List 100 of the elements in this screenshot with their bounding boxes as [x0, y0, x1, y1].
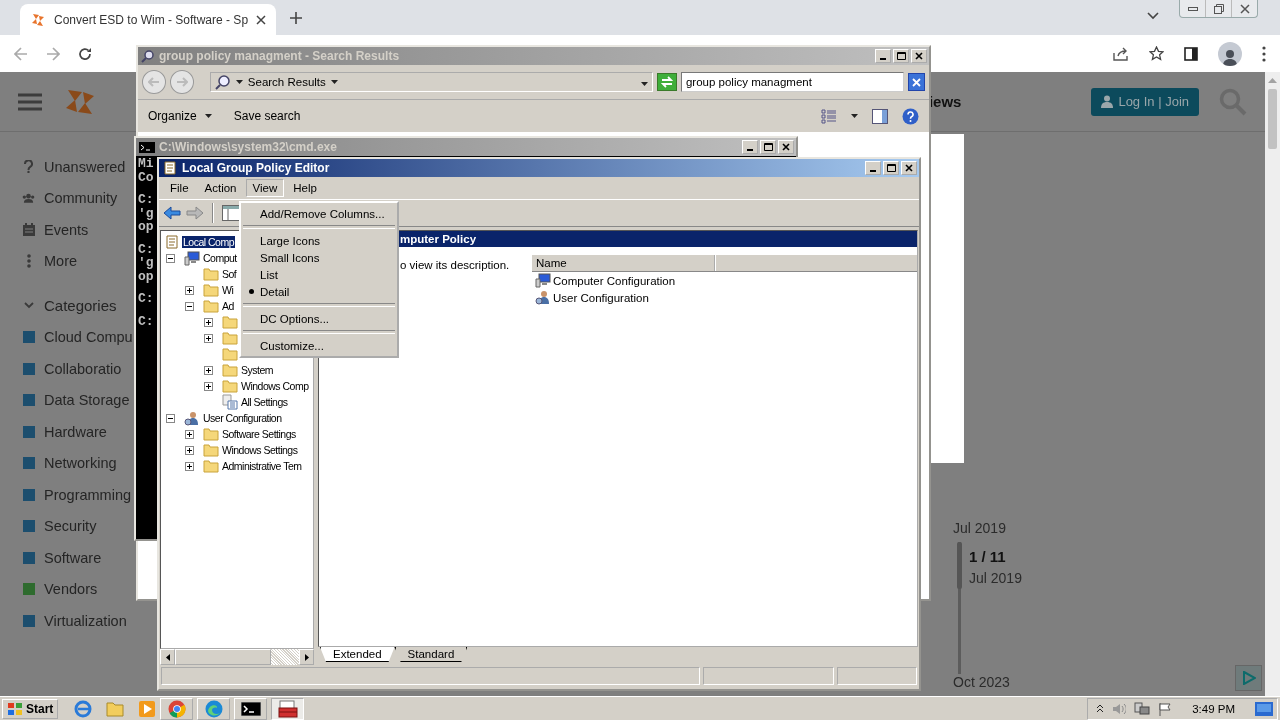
menu-option[interactable]: Detail	[241, 283, 397, 300]
menu-option[interactable]: Small Icons	[241, 249, 397, 266]
expand-icon[interactable]	[204, 333, 213, 343]
list-item[interactable]: User Configuration	[553, 291, 649, 304]
view-tab[interactable]: Standard	[394, 647, 468, 662]
refresh-button[interactable]	[657, 73, 677, 91]
category-link[interactable]: Cloud Compu	[44, 329, 133, 346]
tree-item[interactable]: User Configuration	[202, 412, 283, 424]
maximize-button[interactable]	[883, 161, 899, 175]
tree-item[interactable]: Sof	[221, 268, 238, 280]
minimize-icon[interactable]	[1187, 6, 1198, 11]
tree-item[interactable]: Windows Settings	[221, 444, 299, 456]
menu-item[interactable]: Action	[197, 179, 244, 197]
sidebar-link[interactable]: Unanswered	[44, 158, 126, 175]
tree-item[interactable]: Ad	[221, 300, 235, 312]
close-button[interactable]	[901, 161, 917, 175]
minimize-button[interactable]	[742, 140, 758, 154]
maximize-button[interactable]	[760, 140, 776, 154]
scrollbar-thumb[interactable]	[1268, 89, 1277, 149]
expand-icon[interactable]	[185, 445, 194, 455]
minimize-button[interactable]	[875, 49, 891, 63]
browser-tab[interactable]: Convert ESD to Wim - Software - Sp	[20, 4, 277, 35]
show-desktop-icon[interactable]	[1255, 701, 1273, 716]
expand-icon[interactable]	[204, 317, 213, 327]
breadcrumb[interactable]: Search Results	[247, 76, 326, 88]
clock[interactable]: 3:49 PM	[1192, 702, 1235, 715]
menu-option[interactable]: Large Icons	[241, 232, 397, 249]
flag-icon[interactable]	[1158, 701, 1173, 716]
category-link[interactable]: Software	[44, 549, 102, 566]
tree-item[interactable]: Local Comp	[182, 236, 236, 248]
expand-icon[interactable]	[185, 461, 194, 471]
console-tree-icon[interactable]	[222, 205, 240, 221]
sidebar-link[interactable]: Community	[44, 190, 118, 207]
collapse-icon[interactable]	[185, 301, 194, 311]
clear-search-button[interactable]	[908, 73, 925, 91]
expand-icon[interactable]	[204, 365, 213, 375]
collapse-icon[interactable]	[166, 253, 175, 263]
menu-item[interactable]: View	[245, 179, 285, 197]
taskbar-button[interactable]	[271, 697, 305, 720]
category-link[interactable]: Programming	[44, 486, 132, 503]
scroll-left-icon[interactable]	[165, 653, 170, 661]
expand-icon[interactable]	[185, 429, 194, 439]
view-options-icon[interactable]	[821, 108, 837, 124]
close-icon[interactable]	[256, 14, 267, 25]
restore-icon[interactable]	[1213, 3, 1224, 14]
browser-icon[interactable]	[74, 699, 93, 718]
network-icon[interactable]	[1134, 701, 1151, 716]
start-button[interactable]: Start	[2, 698, 59, 719]
tree-item[interactable]: System	[240, 364, 274, 376]
tree-item[interactable]: Wi	[221, 284, 235, 296]
scrollbar[interactable]	[1265, 72, 1280, 696]
tree-item[interactable]: Software Settings	[221, 428, 297, 440]
new-tab-icon[interactable]	[290, 11, 303, 24]
menu-option[interactable]: DC Options...	[241, 310, 397, 327]
category-link[interactable]: Collaboratio	[44, 360, 122, 377]
collapse-icon[interactable]	[166, 413, 175, 423]
view-tab[interactable]: Extended	[320, 647, 395, 662]
search-field[interactable]: group policy managment	[680, 72, 905, 92]
menu-option[interactable]: Customize...	[241, 337, 397, 354]
login-button[interactable]: Log In | Join	[1091, 87, 1199, 116]
menu-icon[interactable]	[1262, 45, 1266, 62]
category-link[interactable]: Vendors	[44, 581, 98, 598]
list-item[interactable]: Computer Configuration	[553, 274, 676, 287]
taskbar-button[interactable]	[234, 697, 268, 720]
category-link[interactable]: Virtualization	[44, 612, 127, 629]
sidebar-link[interactable]: Events	[44, 221, 89, 238]
chevron-down-icon[interactable]	[1147, 12, 1159, 20]
star-icon[interactable]	[1149, 46, 1164, 61]
reload-icon[interactable]	[78, 46, 92, 61]
tree-item[interactable]: Administrative Tem	[221, 460, 303, 472]
category-link[interactable]: Security	[44, 518, 97, 535]
sidebar-link[interactable]: More	[44, 253, 78, 270]
preview-pane-icon[interactable]	[872, 108, 888, 124]
horizontal-scrollbar[interactable]	[160, 649, 314, 665]
tree-item[interactable]: Windows Comp	[240, 380, 310, 392]
profile-avatar[interactable]	[1218, 41, 1242, 66]
address-bar[interactable]: Search Results	[209, 72, 653, 92]
category-link[interactable]: Hardware	[44, 423, 107, 440]
menu-item[interactable]: Help	[286, 179, 324, 197]
close-button[interactable]	[911, 49, 927, 63]
side-panel-icon[interactable]	[1184, 46, 1198, 61]
tree-item[interactable]: All Settings	[240, 396, 289, 408]
close-button[interactable]	[778, 140, 794, 154]
organize-menu[interactable]: Organize	[148, 109, 212, 123]
help-icon[interactable]	[902, 107, 919, 125]
scroll-right-icon[interactable]	[304, 653, 309, 661]
close-icon[interactable]	[1239, 3, 1250, 14]
share-icon[interactable]	[1113, 46, 1129, 61]
minimize-button[interactable]	[865, 161, 881, 175]
category-link[interactable]: Networking	[44, 455, 117, 472]
save-search-button[interactable]: Save search	[233, 109, 301, 123]
tree-item[interactable]: Comput	[202, 252, 238, 264]
category-link[interactable]: Data Storage	[44, 392, 130, 409]
back-icon[interactable]	[163, 206, 181, 220]
menu-option[interactable]: Add/Remove Columns...	[241, 205, 397, 222]
menu-option[interactable]: List	[241, 266, 397, 283]
expand-icon[interactable]	[185, 285, 194, 295]
menu-item[interactable]: File	[163, 179, 196, 197]
chevron-up-icon[interactable]	[1096, 704, 1105, 713]
expand-icon[interactable]	[204, 381, 213, 391]
